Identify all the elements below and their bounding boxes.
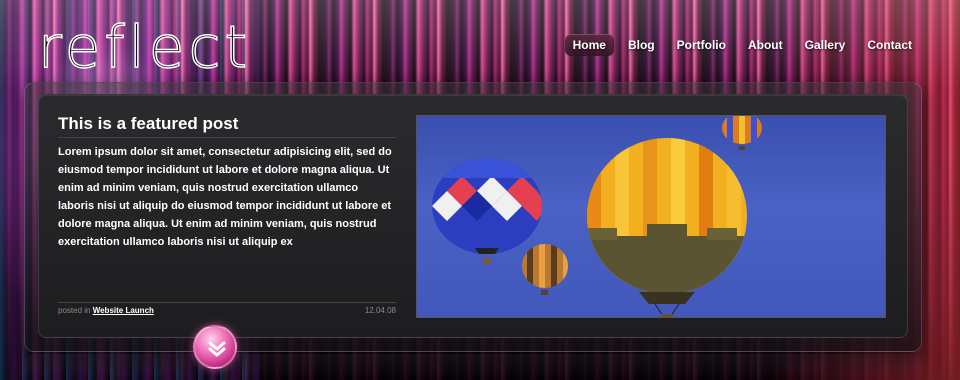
- balloon-large: [587, 138, 747, 294]
- panel-reflection: [24, 354, 922, 380]
- featured-image[interactable]: [416, 115, 886, 318]
- post-meta: posted in Website Launch: [58, 306, 154, 315]
- chevron-down-icon: [208, 341, 226, 357]
- nav-item-about[interactable]: About: [740, 34, 791, 56]
- category-link[interactable]: Website Launch: [93, 306, 154, 315]
- post-title[interactable]: This is a featured post: [58, 114, 238, 134]
- main-nav: Home Blog Portfolio About Gallery Contac…: [564, 34, 920, 56]
- nav-item-portfolio[interactable]: Portfolio: [669, 34, 734, 56]
- post-excerpt: Lorem ipsum dolor sit amet, consectetur …: [58, 146, 392, 248]
- balloon-small: [722, 116, 762, 144]
- nav-item-gallery[interactable]: Gallery: [797, 34, 854, 56]
- nav-item-home[interactable]: Home: [564, 34, 614, 56]
- nav-item-contact[interactable]: Contact: [859, 34, 920, 56]
- balloons-illustration: [432, 116, 762, 317]
- balloon-blue: [432, 158, 542, 254]
- nav-item-blog[interactable]: Blog: [620, 34, 663, 56]
- balloon-striped: [522, 244, 568, 288]
- meta-divider: [58, 302, 396, 303]
- post-date: 12.04.08: [364, 306, 396, 315]
- site-logo[interactable]: reflect: [37, 17, 251, 77]
- meta-prefix: posted in: [58, 306, 91, 315]
- title-divider: [58, 137, 396, 138]
- scroll-down-button[interactable]: [193, 325, 237, 369]
